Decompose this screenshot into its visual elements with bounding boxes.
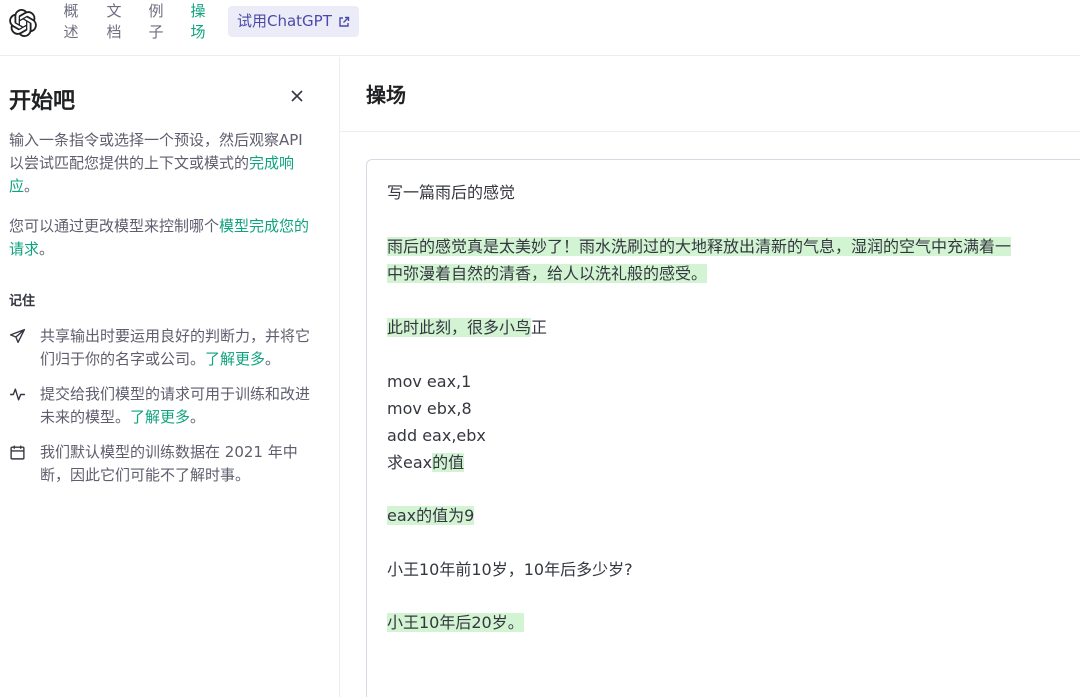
completion-highlight: eax的值为9 — [387, 506, 475, 525]
editor-line: eax的值为9 — [387, 502, 475, 529]
activity-icon — [10, 388, 25, 401]
completion-highlight: 中弥漫着自然的清香，给人以洗礼般的感受。 — [387, 264, 708, 283]
openai-logo-icon[interactable] — [9, 9, 37, 37]
top-navigation: 概述 文档 例子 操场 试用ChatGPT — [0, 0, 1080, 56]
playground-header: 操场 — [340, 57, 1080, 132]
editor-line: mov eax,1 — [387, 372, 472, 391]
try-chatgpt-label: 试用ChatGPT — [237, 12, 332, 30]
completion-highlight: 小王10年后20岁。 — [387, 613, 524, 632]
editor-line: mov ebx,8 — [387, 399, 472, 418]
editor-line: 求eax的值 — [387, 453, 465, 472]
completion-highlight: 此时此刻，很多小鸟 — [387, 318, 532, 337]
editor-line: add eax,ebx — [387, 426, 486, 445]
remember-heading: 记住 — [9, 294, 36, 309]
try-chatgpt-button[interactable]: 试用ChatGPT — [228, 6, 359, 37]
learn-more-link[interactable]: 了解更多 — [130, 408, 190, 426]
editor-line: 小王10年前10岁，10年后多少岁? — [387, 560, 633, 579]
prompt-editor[interactable]: 写一篇雨后的感觉 雨后的感觉真是太美妙了！雨水洗刷过的大地释放出清新的气息，湿润… — [366, 159, 1080, 697]
close-icon[interactable] — [289, 88, 305, 104]
calendar-icon — [10, 445, 25, 460]
editor-line: 此时此刻，很多小鸟正 — [387, 318, 548, 337]
getting-started-panel: 开始吧 输入一条指令或选择一个预设，然后观察API 以尝试匹配您提供的上下文或模… — [0, 57, 340, 697]
model-paragraph: 您可以通过更改模型来控制哪个模型完成您的请求。 — [9, 217, 310, 258]
send-icon — [9, 328, 26, 344]
intro-paragraph: 输入一条指令或选择一个预设，然后观察API 以尝试匹配您提供的上下文或模式的完成… — [9, 131, 303, 195]
learn-more-link[interactable]: 了解更多 — [205, 350, 265, 368]
completion-highlight: 的值 — [432, 453, 465, 472]
external-link-icon — [339, 16, 350, 27]
page-title: 操场 — [366, 83, 406, 107]
editor-line: 写一篇雨后的感觉 — [387, 183, 516, 202]
completion-highlight: 雨后的感觉真是太美妙了！雨水洗刷过的大地释放出清新的气息，湿润的空气中充满着一 — [387, 237, 1012, 256]
nav-docs[interactable]: 文档 — [104, 1, 124, 43]
nav-examples[interactable]: 例子 — [146, 1, 166, 43]
nav-playground[interactable]: 操场 — [188, 1, 208, 43]
editor-line: 小王10年后20岁。 — [387, 609, 524, 636]
playground-main: 操场 写一篇雨后的感觉 雨后的感觉真是太美妙了！雨水洗刷过的大地释放出清新的气息… — [340, 57, 1080, 697]
editor-line: 中弥漫着自然的清香，给人以洗礼般的感受。 — [387, 260, 708, 287]
panel-title: 开始吧 — [9, 89, 76, 114]
editor-line: 雨后的感觉真是太美妙了！雨水洗刷过的大地释放出清新的气息，湿润的空气中充满着一 — [387, 233, 1012, 260]
nav-overview[interactable]: 概述 — [61, 1, 81, 43]
